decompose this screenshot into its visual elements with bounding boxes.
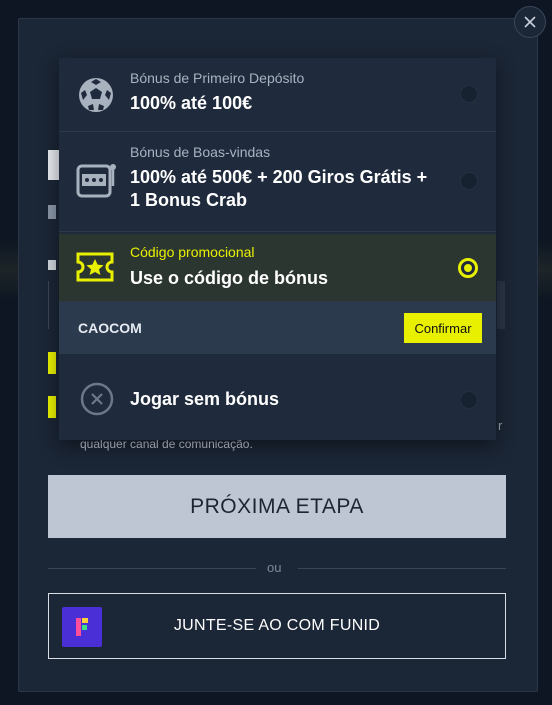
ticket-star-icon (76, 250, 114, 289)
promo-code-row: CAOCOM Confirmar (59, 302, 496, 354)
promo-code-input[interactable]: CAOCOM (78, 320, 142, 336)
bonus-option-promo-code[interactable]: Código promocional Use o código de bónus (59, 234, 496, 302)
form-label-fragment (48, 260, 56, 270)
divider-line (298, 568, 506, 569)
option-radio[interactable] (460, 391, 478, 409)
option-label: Bónus de Boas-vindas (130, 144, 271, 160)
option-title: Jogar sem bónus (130, 389, 280, 409)
soccer-ball-icon (76, 75, 116, 120)
funid-logo (62, 607, 102, 647)
option-radio-selected[interactable] (458, 258, 478, 278)
next-step-button[interactable]: PRÓXIMA ETAPA (48, 475, 506, 538)
divider-line (48, 568, 256, 569)
bonus-dropdown: Bónus de Primeiro Depósito 100% até 100€… (59, 58, 496, 440)
or-divider: ou (48, 560, 506, 576)
terms-checkbox[interactable] (48, 352, 56, 374)
bonus-select-field[interactable] (48, 281, 57, 329)
confirm-promo-button[interactable]: Confirmar (404, 313, 482, 343)
or-label: ou (267, 560, 282, 575)
bonus-option-no-bonus[interactable]: Jogar sem bónus (59, 362, 496, 440)
option-label: Código promocional (130, 244, 255, 260)
funid-logo-icon (76, 618, 88, 636)
bonus-option-welcome[interactable]: Bónus de Boas-vindas 100% até 500€ + 200… (59, 132, 496, 232)
close-button[interactable] (514, 6, 546, 38)
option-radio[interactable] (460, 172, 478, 190)
slot-machine-icon (76, 162, 118, 207)
bonus-select-field-edge (497, 281, 505, 329)
option-label: Bónus de Primeiro Depósito (130, 70, 305, 86)
marketing-checkbox[interactable] (48, 396, 56, 418)
text-fragment: r (498, 418, 503, 433)
option-title: 100% até 100€ (130, 93, 253, 113)
option-title: Use o código de bónus (130, 268, 329, 288)
option-radio[interactable] (460, 85, 478, 103)
funid-button-label: JUNTE-SE AO COM FUNID (173, 617, 381, 634)
close-icon (524, 16, 536, 28)
funid-join-button[interactable]: JUNTE-SE AO COM FUNID (48, 593, 506, 659)
option-title: 100% até 500€ + 200 Giros Grátis + 1 Bon… (130, 167, 428, 210)
bonus-option-first-deposit[interactable]: Bónus de Primeiro Depósito 100% até 100€ (59, 58, 496, 132)
close-circle-icon (80, 382, 114, 421)
form-subtitle-fragment (48, 205, 56, 219)
